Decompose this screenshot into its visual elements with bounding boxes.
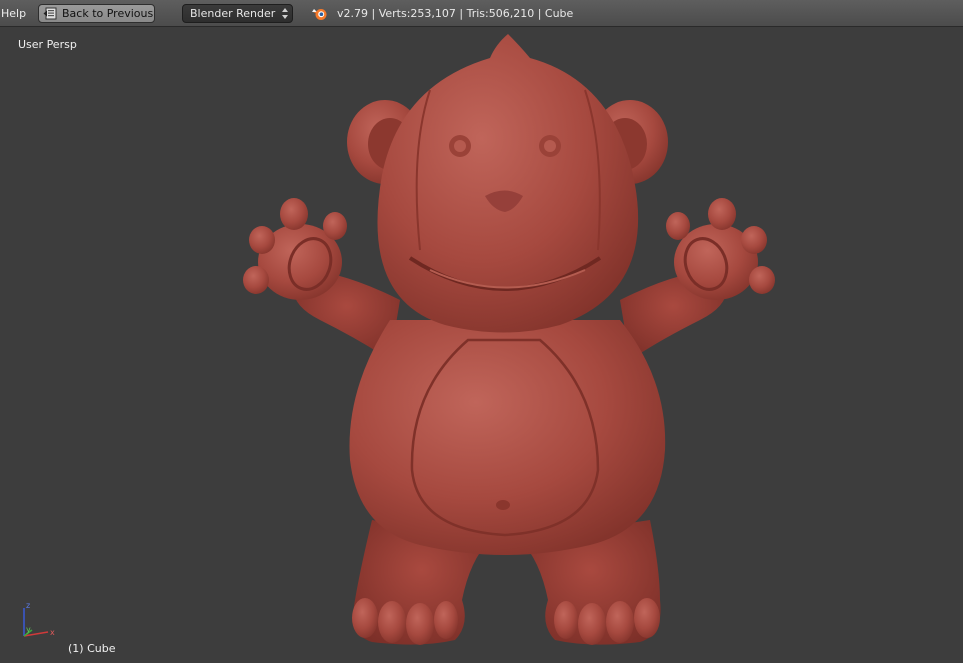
axis-x-label: x [50, 628, 55, 637]
scene-stats: v2.79 | Verts:253,107 | Tris:506,210 | C… [337, 7, 574, 20]
back-to-previous-label: Back to Previous [62, 7, 154, 20]
info-header: Help Back to Previous Blender Render v2.… [0, 0, 963, 27]
axis-y-label: y [26, 625, 31, 634]
blender-logo-icon [312, 9, 327, 20]
active-object-label: (1) Cube [68, 642, 116, 655]
view-name-label: User Persp [18, 38, 77, 51]
back-icon [43, 7, 57, 20]
render-engine-dropdown[interactable]: Blender Render [182, 4, 293, 23]
axis-gizmo: z y x [23, 601, 55, 637]
3d-viewport[interactable]: User Persp z y x (1) Cube [0, 27, 963, 663]
back-to-previous-button[interactable]: Back to Previous [38, 4, 155, 23]
axis-z-label: z [26, 601, 30, 610]
menu-help[interactable]: Help [1, 7, 26, 20]
dropdown-arrows-icon [282, 8, 288, 19]
monkey-sculpt-model [243, 34, 775, 645]
render-engine-value: Blender Render [190, 7, 276, 20]
